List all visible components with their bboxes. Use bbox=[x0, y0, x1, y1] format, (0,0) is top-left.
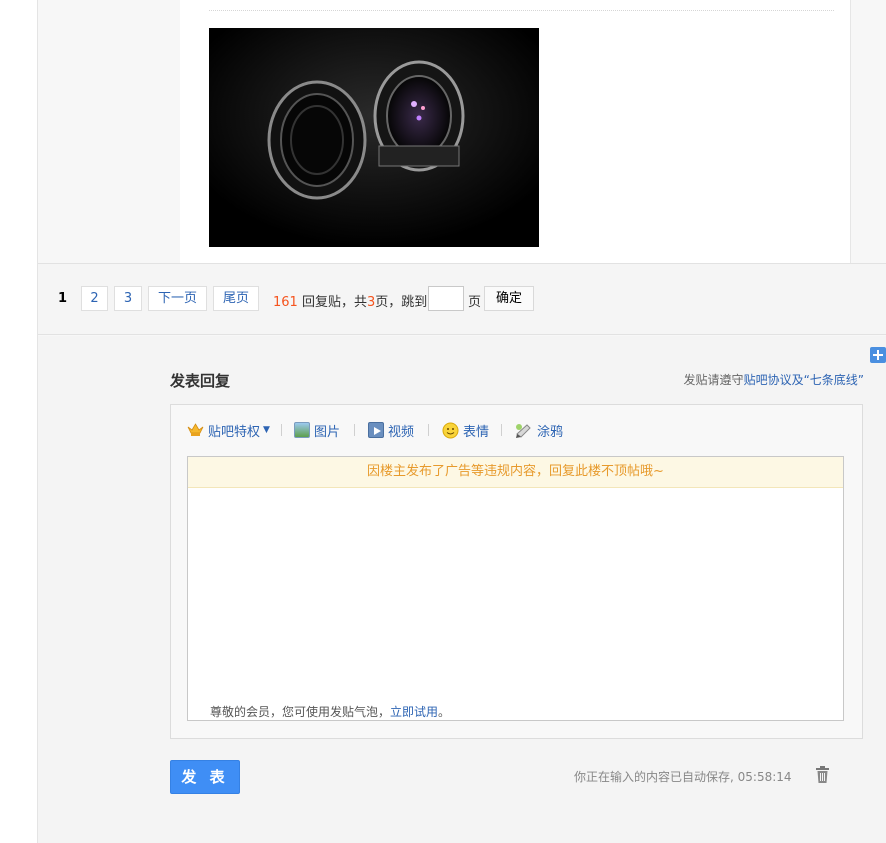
jump-label: 页，跳到 bbox=[375, 295, 428, 310]
toolbar-doodle-button[interactable]: 涂鸦 bbox=[515, 421, 564, 440]
post-divider bbox=[209, 10, 834, 11]
reply-notice: 发贴请遵守贴吧协议及“七条底线” bbox=[684, 371, 864, 388]
reply-title: 发表回复 bbox=[170, 372, 231, 390]
emoji-icon bbox=[442, 422, 459, 439]
doodle-icon bbox=[515, 422, 533, 439]
pager-confirm-button[interactable]: 确定 bbox=[484, 286, 534, 311]
notice-prefix: 发贴请遵守 bbox=[683, 373, 744, 387]
toolbar-separator bbox=[354, 424, 355, 436]
toolbar-separator bbox=[281, 424, 282, 436]
reply-editor[interactable] bbox=[187, 456, 844, 721]
toolbar-emoji-button[interactable]: 表情 bbox=[442, 421, 490, 440]
pager-info: 161 回复贴，共3页，跳到 bbox=[273, 291, 427, 310]
toolbar-privilege-label: 贴吧特权 bbox=[208, 424, 261, 440]
reply-label: 回复贴，共 bbox=[301, 295, 367, 310]
toolbar-privilege-button[interactable]: 贴吧特权 ▼ bbox=[187, 421, 270, 440]
image-icon bbox=[294, 422, 310, 438]
chevron-down-icon: ▼ bbox=[263, 425, 270, 435]
video-icon bbox=[368, 422, 384, 438]
toolbar-doodle-label: 涂鸦 bbox=[537, 424, 564, 440]
toolbar-image-button[interactable]: 图片 bbox=[294, 421, 341, 440]
pager-page-label: 页 bbox=[468, 295, 482, 310]
plus-icon[interactable] bbox=[870, 347, 886, 363]
toolbar-video-label: 视频 bbox=[388, 424, 415, 440]
reply-count: 161 bbox=[273, 295, 298, 310]
autosave-status: 你正在输入的内容已自动保存, 05:58:14 bbox=[574, 770, 792, 784]
pager-page-3[interactable]: 3 bbox=[114, 286, 142, 311]
pager-next-button[interactable]: 下一页 bbox=[148, 286, 207, 311]
hint-prefix: 尊敬的会员，您可使用发贴气泡， bbox=[210, 705, 391, 719]
submit-button[interactable]: 发 表 bbox=[170, 760, 240, 794]
toolbar-emoji-label: 表情 bbox=[463, 424, 490, 440]
toolbar-separator bbox=[501, 424, 502, 436]
toolbar-video-button[interactable]: 视频 bbox=[368, 421, 415, 440]
pager-page-2[interactable]: 2 bbox=[81, 286, 108, 311]
post-image[interactable] bbox=[209, 28, 539, 247]
agreement-link[interactable]: 贴吧协议及“七条底线” bbox=[744, 373, 864, 387]
hint-suffix: 。 bbox=[438, 705, 451, 719]
bubble-hint: 尊敬的会员，您可使用发贴气泡，立即试用。 bbox=[210, 703, 450, 720]
toolbar-image-label: 图片 bbox=[314, 424, 341, 440]
crown-icon bbox=[187, 423, 204, 437]
try-now-link[interactable]: 立即试用 bbox=[390, 705, 438, 719]
toolbar-separator bbox=[428, 424, 429, 436]
pager-last-button[interactable]: 尾页 bbox=[213, 286, 259, 311]
trash-icon[interactable] bbox=[815, 766, 830, 783]
pager-jump-input[interactable] bbox=[428, 286, 464, 311]
editor-warning: 因楼主发布了广告等违规内容，回复此楼不顶帖哦~ bbox=[188, 457, 843, 488]
pager-current-page: 1 bbox=[58, 291, 68, 306]
